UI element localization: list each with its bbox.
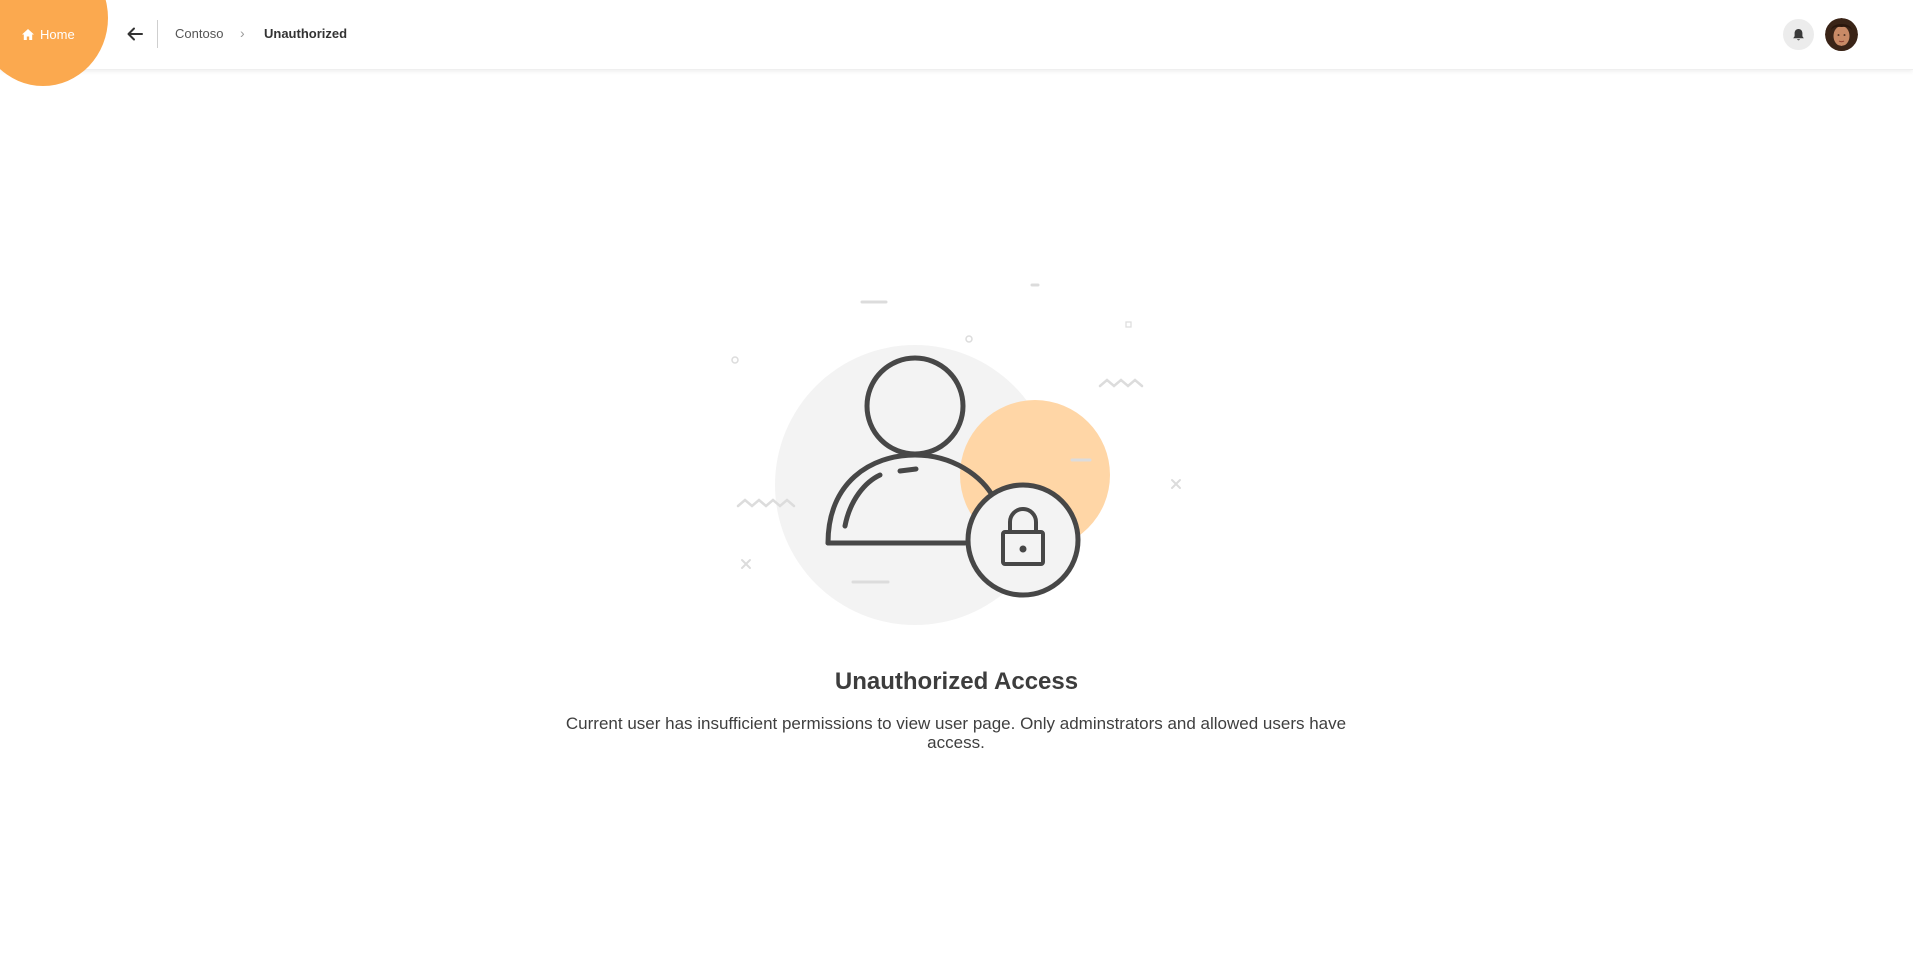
home-icon (22, 28, 34, 40)
user-avatar[interactable] (1825, 18, 1858, 51)
back-button[interactable] (124, 22, 146, 46)
error-description: Current user has insufficient permission… (565, 714, 1347, 752)
chevron-right-icon: › (240, 25, 245, 41)
bell-icon (1793, 28, 1804, 40)
home-link[interactable]: Home (21, 24, 75, 44)
avatar-image (1825, 18, 1858, 51)
breadcrumb-current: Unauthorized (264, 26, 348, 41)
notifications-button[interactable] (1783, 19, 1814, 50)
page-title: Unauthorized Access (834, 668, 1079, 695)
arrow-left-icon (127, 27, 143, 41)
top-header: Contoso › Unauthorized (0, 0, 1913, 70)
breadcrumb-item-contoso[interactable]: Contoso (175, 25, 223, 43)
user-lock-illustration (731, 283, 1181, 625)
header-divider (157, 20, 158, 48)
home-label: Home (40, 26, 75, 42)
